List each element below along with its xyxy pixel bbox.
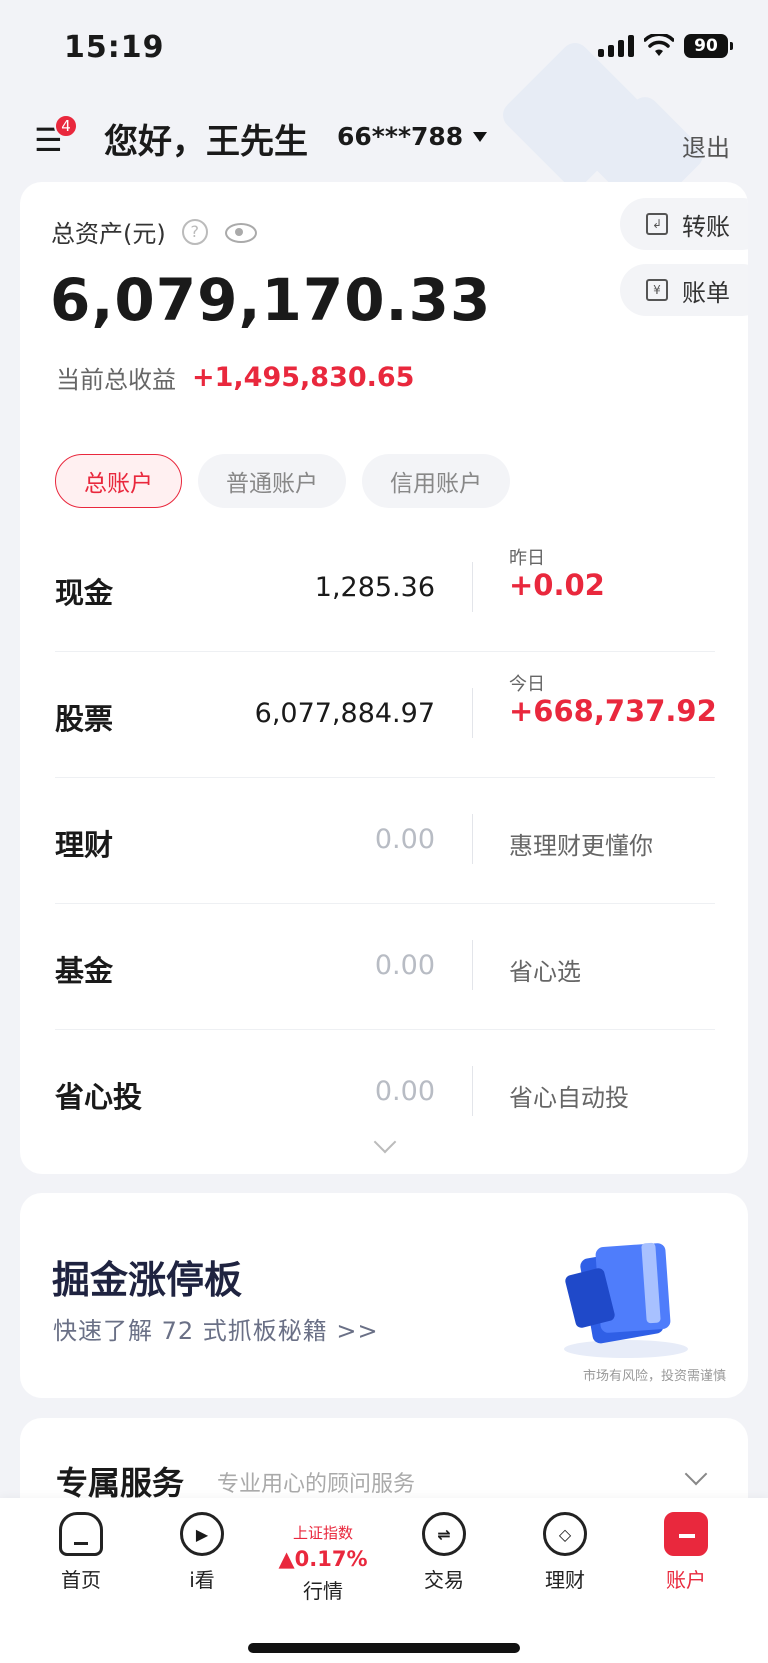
home-icon — [59, 1512, 103, 1556]
nav-market[interactable]: 上证指数 ▲0.17% 行情 — [268, 1518, 378, 1604]
divider — [472, 688, 473, 738]
tab-credit-account[interactable]: 信用账户 — [362, 454, 510, 508]
asset-change: +668,737.92 — [509, 694, 717, 728]
promo-banner[interactable]: 掘金涨停板 快速了解 72 式抓板秘籍 >> 市场有风险，投资需谨慎 — [20, 1193, 748, 1398]
divider — [472, 562, 473, 612]
battery-icon: 90 — [684, 34, 733, 58]
total-assets-value: 6,079,170.33 — [50, 266, 492, 334]
status-time: 15:19 — [64, 30, 165, 65]
nav-label: i看 — [189, 1568, 215, 1592]
asset-name: 现金 — [55, 576, 114, 610]
asset-amount: 0.00 — [374, 824, 435, 855]
account-switcher[interactable]: 66***788 — [337, 122, 488, 151]
wifi-icon — [644, 34, 674, 56]
asset-row-wealth[interactable]: 理财 0.00 惠理财更懂你 — [55, 778, 715, 904]
asset-amount: 0.00 — [374, 950, 435, 981]
status-icons: 90 — [598, 34, 733, 58]
account-number: 66***788 — [337, 122, 464, 151]
income-label: 当前总收益 — [56, 366, 176, 394]
nav-watch[interactable]: ▶ i看 — [147, 1512, 257, 1593]
asset-row-cash[interactable]: 现金 1,285.36 昨日 +0.02 — [55, 526, 715, 652]
asset-row-fund[interactable]: 基金 0.00 省心选 — [55, 904, 715, 1030]
logout-button[interactable]: 退出 — [682, 128, 730, 163]
asset-name: 基金 — [55, 954, 114, 988]
income-row: 当前总收益 +1,495,830.65 — [56, 360, 414, 395]
divider — [472, 940, 473, 990]
nav-account[interactable]: 账户 — [631, 1512, 741, 1593]
account-icon — [664, 1512, 708, 1556]
promo-subtitle: 快速了解 72 式抓板秘籍 >> — [53, 1317, 379, 1345]
trade-icon: ⇌ — [422, 1512, 466, 1556]
app-screen: 15:19 90 ☰ 4 您好，王先生 66***788 退出 总资产(元) ?… — [0, 0, 768, 1663]
nav-trade[interactable]: ⇌ 交易 — [389, 1512, 499, 1593]
service-subtitle: 专业用心的顾问服务 — [217, 1472, 416, 1497]
eye-icon[interactable] — [224, 221, 258, 243]
divider — [472, 814, 473, 864]
play-icon: ▶ — [180, 1512, 224, 1556]
divider — [472, 1066, 473, 1116]
asset-description: 省心选 — [509, 958, 581, 986]
bottom-nav: 首页 ▶ i看 上证指数 ▲0.17% 行情 ⇌ 交易 ◇ 理财 账户 — [0, 1498, 768, 1663]
header: ☰ 4 您好，王先生 66***788 退出 — [0, 108, 768, 172]
risk-disclaimer: 市场有风险，投资需谨慎 — [582, 1369, 726, 1384]
book-illustration-icon — [564, 1242, 688, 1358]
bill-label: 账单 — [682, 278, 730, 307]
account-tabs: 总账户 普通账户 信用账户 — [55, 454, 510, 508]
asset-card: 总资产(元) ? 6,079,170.33 当前总收益 +1,495,830.6… — [20, 182, 748, 1174]
chevron-down-icon[interactable] — [684, 1462, 708, 1486]
asset-name: 股票 — [55, 702, 114, 736]
nav-finance[interactable]: ◇ 理财 — [510, 1512, 620, 1593]
bill-icon: ¥ — [646, 279, 668, 301]
tab-normal-account[interactable]: 普通账户 — [198, 454, 346, 508]
asset-list: 现金 1,285.36 昨日 +0.02 股票 6,077,884.97 今日 … — [55, 526, 717, 1156]
bill-button[interactable]: ¥ 账单 — [620, 264, 748, 316]
status-bar: 15:19 90 — [0, 0, 768, 100]
transfer-icon: ↲ — [646, 213, 668, 235]
tab-total-account[interactable]: 总账户 — [55, 454, 182, 508]
asset-name: 省心投 — [55, 1080, 143, 1114]
nav-label: 理财 — [545, 1568, 585, 1592]
nav-label: 账户 — [666, 1568, 706, 1592]
market-index-name: 上证指数 — [292, 1524, 353, 1542]
asset-description: 省心自动投 — [509, 1084, 629, 1112]
asset-amount: 0.00 — [374, 1076, 435, 1107]
asset-description: 惠理财更懂你 — [509, 832, 653, 860]
nav-label: 行情 — [303, 1579, 343, 1603]
finance-icon: ◇ — [543, 1512, 587, 1556]
nav-home[interactable]: 首页 — [26, 1512, 136, 1593]
greeting-text: 您好，王先生 — [104, 122, 308, 162]
change-period: 今日 — [509, 674, 545, 695]
nav-label: 交易 — [424, 1568, 464, 1592]
promo-title: 掘金涨停板 — [52, 1258, 243, 1302]
home-indicator[interactable] — [248, 1643, 520, 1653]
total-assets-label: 总资产(元) — [51, 220, 166, 248]
cellular-signal-icon — [598, 35, 634, 57]
menu-button[interactable]: ☰ 4 — [34, 114, 78, 162]
asset-name: 理财 — [55, 828, 114, 862]
income-value: +1,495,830.65 — [192, 362, 415, 393]
asset-amount: 6,077,884.97 — [254, 698, 435, 729]
asset-row-stock[interactable]: 股票 6,077,884.97 今日 +668,737.92 — [55, 652, 717, 778]
notification-badge: 4 — [54, 114, 78, 138]
asset-change: +0.02 — [509, 568, 605, 602]
asset-amount: 1,285.36 — [314, 572, 435, 603]
total-assets-header: 总资产(元) ? — [51, 214, 258, 249]
nav-label: 首页 — [61, 1568, 101, 1592]
transfer-label: 转账 — [682, 212, 730, 241]
caret-down-icon — [473, 131, 488, 142]
help-icon[interactable]: ? — [181, 218, 208, 245]
transfer-button[interactable]: ↲ 转账 — [620, 198, 748, 250]
change-period: 昨日 — [509, 548, 545, 569]
market-index-change: ▲0.17% — [278, 1547, 368, 1571]
